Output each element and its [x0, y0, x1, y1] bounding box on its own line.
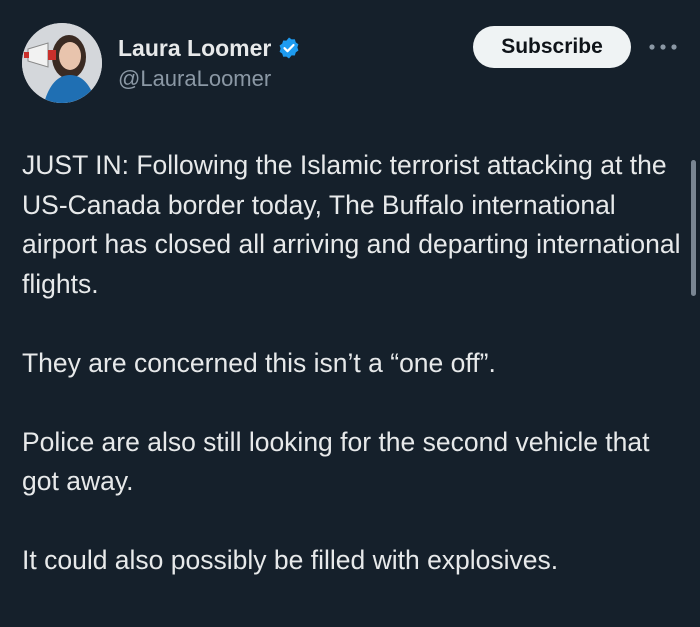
tweet-paragraph: It could also possibly be filled with ex…	[22, 545, 559, 575]
more-horizontal-icon[interactable]	[646, 36, 680, 58]
subscribe-button[interactable]: Subscribe	[473, 26, 631, 68]
scrollbar-thumb[interactable]	[691, 160, 696, 296]
avatar[interactable]	[22, 23, 102, 103]
verified-badge-icon	[277, 36, 301, 60]
author-display-name[interactable]: Laura Loomer	[118, 35, 271, 62]
tweet-paragraph: Police are also still looking for the se…	[22, 426, 650, 497]
author-name-row: Laura Loomer	[118, 33, 301, 63]
tweet-paragraph: They are concerned this isn’t a “one off…	[22, 347, 496, 378]
tweet: Laura Loomer @LauraLoomer Subscribe JUST…	[0, 0, 700, 627]
author-handle[interactable]: @LauraLoomer	[118, 66, 271, 92]
tweet-text: JUST IN: Following the Islamic terrorist…	[22, 146, 686, 581]
avatar-image	[22, 23, 102, 103]
tweet-paragraph: JUST IN: Following the Islamic terrorist…	[22, 150, 681, 299]
